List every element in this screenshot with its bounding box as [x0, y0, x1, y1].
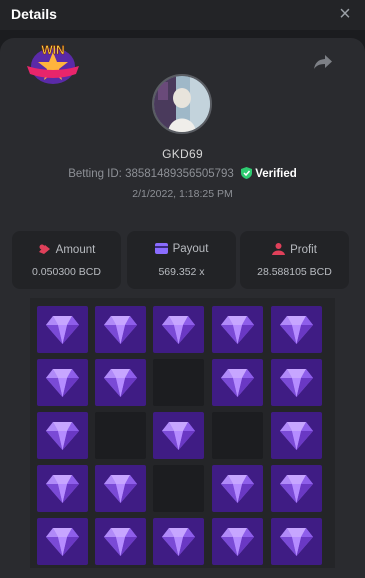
- stat-amount: Amount 0.050300 BCD: [12, 231, 121, 289]
- bet-date: 2/1/2022, 1:18:25 PM: [132, 188, 233, 200]
- stat-payout-label: Payout: [172, 243, 209, 255]
- username: GKD69: [162, 147, 203, 161]
- gem-icon: [46, 528, 79, 556]
- empty-tile: [153, 465, 204, 512]
- stat-profit-label: Profit: [290, 244, 317, 256]
- gem-tile: [37, 412, 88, 459]
- gem-icon: [280, 528, 313, 556]
- gem-tile: [153, 412, 204, 459]
- gem-icon: [280, 475, 313, 503]
- empty-tile: [95, 412, 146, 459]
- gem-icon: [46, 316, 79, 344]
- header-title: Details: [11, 6, 57, 22]
- win-star-badge-icon: WIN: [27, 43, 79, 84]
- gem-tile: [271, 412, 322, 459]
- gem-icon: [46, 475, 79, 503]
- gem-tile: [95, 306, 146, 353]
- stat-profit: Profit 28.588105 BCD: [240, 231, 349, 289]
- verified-label: Verified: [255, 168, 297, 180]
- gem-icon: [104, 475, 137, 503]
- gem-tile: [37, 359, 88, 406]
- gem-icon: [221, 528, 254, 556]
- gem-tile: [95, 465, 146, 512]
- gem-tile: [212, 518, 263, 565]
- stat-payout-value: 569.352 x: [158, 266, 205, 278]
- gem-icon: [46, 422, 79, 450]
- gem-tile: [37, 465, 88, 512]
- empty-tile: [153, 359, 204, 406]
- gem-tile: [271, 518, 322, 565]
- gem-icon: [104, 316, 137, 344]
- gem-tile: [212, 359, 263, 406]
- close-icon[interactable]: ×: [335, 4, 355, 25]
- gem-icon: [221, 369, 254, 397]
- gem-tile: [212, 306, 263, 353]
- win-badge-text: WIN: [41, 43, 64, 57]
- verified-shield-icon: [241, 167, 253, 179]
- gem-icon: [104, 369, 137, 397]
- gem-tile: [271, 359, 322, 406]
- empty-tile: [212, 412, 263, 459]
- gem-icon: [280, 369, 313, 397]
- gem-tile: [95, 359, 146, 406]
- share-icon[interactable]: [313, 54, 333, 70]
- stat-payout: Payout 569.352 x: [127, 231, 236, 289]
- payout-icon: [154, 243, 168, 254]
- betting-id-label: Betting ID:: [68, 168, 122, 180]
- details-header: Details ×: [0, 0, 365, 30]
- gem-icon: [280, 316, 313, 344]
- amount-icon: [38, 244, 50, 254]
- stat-amount-value: 0.050300 BCD: [32, 266, 101, 278]
- gem-icon: [162, 422, 195, 450]
- gem-icon: [104, 528, 137, 556]
- avatar: [152, 74, 212, 134]
- stat-amount-label: Amount: [55, 244, 96, 256]
- gem-icon: [46, 369, 79, 397]
- gem-icon: [280, 422, 313, 450]
- gem-tile: [153, 306, 204, 353]
- betting-id-value: 385814893565057​93: [125, 168, 234, 180]
- stat-profit-value: 28.588105 BCD: [257, 266, 332, 278]
- avatar-image: [154, 76, 210, 132]
- gem-icon: [221, 316, 254, 344]
- gem-icon: [162, 528, 195, 556]
- gem-icon: [162, 316, 195, 344]
- gem-tile: [153, 518, 204, 565]
- profit-icon: [272, 243, 286, 255]
- gem-tile: [212, 465, 263, 512]
- gem-tile: [271, 465, 322, 512]
- gem-tile: [95, 518, 146, 565]
- gem-tile: [271, 306, 322, 353]
- gem-tile: [37, 306, 88, 353]
- mines-grid: [30, 298, 335, 568]
- gem-icon: [221, 475, 254, 503]
- gem-tile: [37, 518, 88, 565]
- betting-id-line: Betting ID: 385814893565057​93 Verified: [0, 167, 365, 180]
